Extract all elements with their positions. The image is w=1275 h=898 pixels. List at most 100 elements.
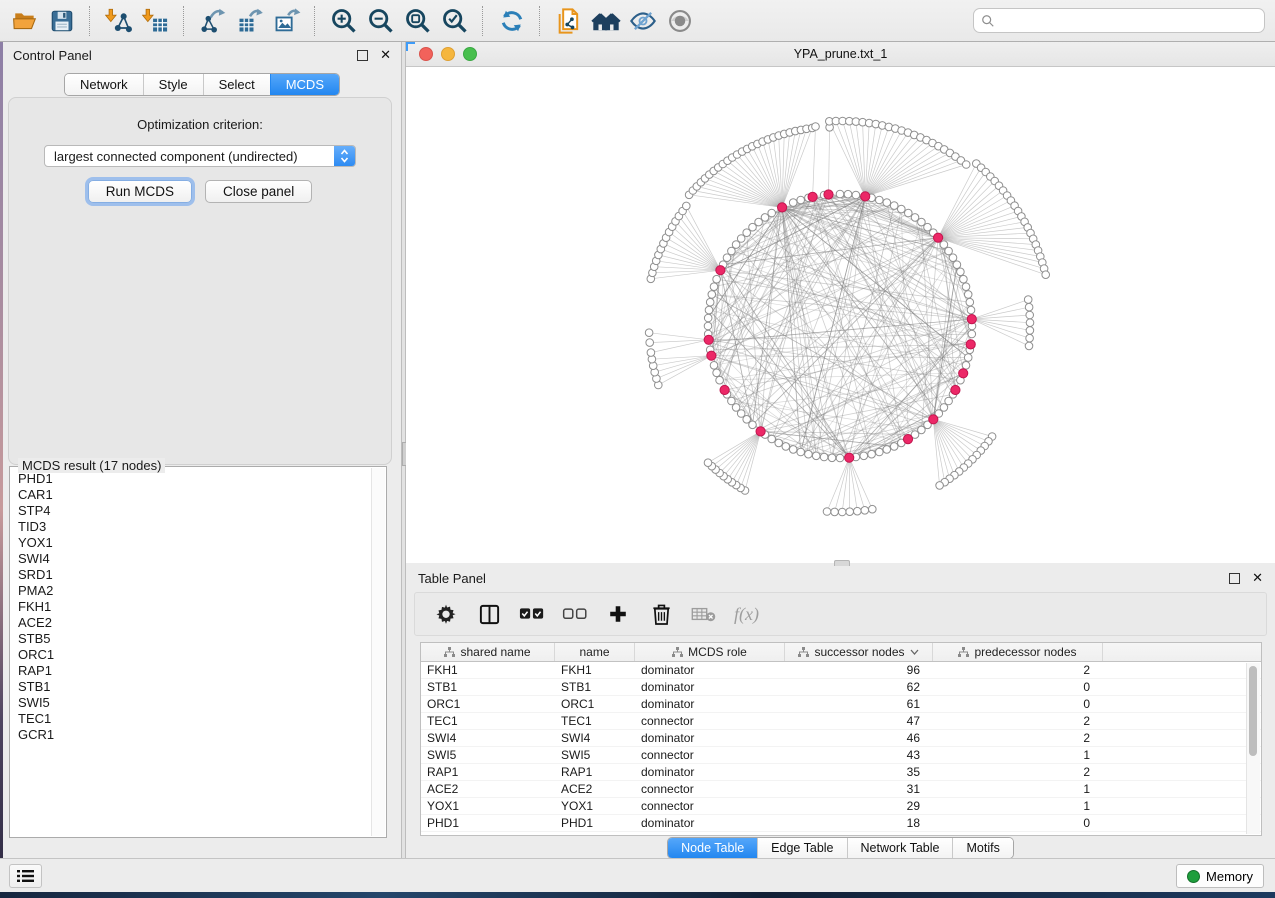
network-node[interactable]: [966, 298, 974, 306]
tab-edge-table[interactable]: Edge Table: [757, 838, 846, 858]
table-settings-button[interactable]: [433, 599, 459, 629]
network-node[interactable]: [828, 454, 836, 462]
table-row[interactable]: PHD1PHD1dominator180: [421, 815, 1261, 832]
network-node[interactable]: [789, 199, 797, 207]
network-node[interactable]: [852, 191, 860, 199]
network-node[interactable]: [945, 247, 953, 255]
close-panel-button[interactable]: Close panel: [205, 180, 312, 203]
network-node[interactable]: [710, 283, 718, 291]
select-all-columns-button[interactable]: [519, 599, 545, 629]
network-node[interactable]: [854, 507, 862, 515]
mcds-result-item[interactable]: SWI4: [11, 551, 372, 567]
network-node[interactable]: [949, 254, 957, 262]
float-panel-icon[interactable]: [357, 50, 368, 61]
close-panel-icon[interactable]: ✕: [1252, 573, 1263, 583]
network-node[interactable]: [898, 205, 906, 213]
network-node[interactable]: [861, 507, 869, 515]
tab-network-table[interactable]: Network Table: [847, 838, 953, 858]
network-node[interactable]: [812, 123, 820, 131]
mcds-result-item[interactable]: SWI5: [11, 695, 372, 711]
houses-button[interactable]: [587, 3, 624, 39]
network-dominator-node[interactable]: [903, 435, 912, 444]
scrollbar-thumb[interactable]: [1249, 666, 1257, 756]
network-node[interactable]: [645, 329, 653, 337]
network-node[interactable]: [761, 214, 769, 222]
save-session-button[interactable]: [43, 3, 80, 39]
network-node[interactable]: [768, 209, 776, 217]
network-node[interactable]: [890, 443, 898, 451]
network-dominator-node[interactable]: [967, 315, 976, 324]
network-node[interactable]: [704, 459, 712, 467]
column-header-MCDS-role[interactable]: MCDS role: [635, 643, 785, 661]
network-node[interactable]: [960, 275, 968, 283]
network-node[interactable]: [883, 446, 891, 454]
search-input[interactable]: [1000, 12, 1264, 29]
table-row[interactable]: ACE2ACE2connector311: [421, 781, 1261, 798]
network-node[interactable]: [823, 508, 831, 516]
network-dominator-node[interactable]: [929, 415, 938, 424]
mcds-result-item[interactable]: ORC1: [11, 647, 372, 663]
mcds-result-item[interactable]: TEC1: [11, 711, 372, 727]
network-dominator-node[interactable]: [707, 351, 716, 360]
network-node[interactable]: [716, 376, 724, 384]
mcds-result-item[interactable]: STB1: [11, 679, 372, 695]
mcds-result-item[interactable]: STP4: [11, 503, 372, 519]
zoom-in-button[interactable]: [325, 3, 362, 39]
network-dominator-node[interactable]: [845, 453, 854, 462]
network-dominator-node[interactable]: [778, 203, 787, 212]
network-node[interactable]: [812, 452, 820, 460]
run-mcds-button[interactable]: Run MCDS: [88, 180, 192, 203]
network-node[interactable]: [768, 435, 776, 443]
network-node[interactable]: [836, 454, 844, 462]
optimization-criterion-select[interactable]: largest connected component (undirected): [44, 145, 356, 167]
import-network-button[interactable]: [100, 3, 137, 39]
tab-network[interactable]: Network: [65, 74, 143, 95]
tab-motifs[interactable]: Motifs: [952, 838, 1012, 858]
table-row[interactable]: FKH1FKH1dominator962: [421, 662, 1261, 679]
network-node[interactable]: [869, 505, 877, 513]
network-node[interactable]: [1025, 342, 1033, 350]
open-session-button[interactable]: [6, 3, 43, 39]
table-row[interactable]: SWI4SWI4dominator462: [421, 730, 1261, 747]
import-table-button[interactable]: [137, 3, 174, 39]
network-node[interactable]: [1026, 311, 1034, 319]
network-node[interactable]: [728, 397, 736, 405]
network-dominator-node[interactable]: [966, 340, 975, 349]
mcds-result-scrollbar[interactable]: [371, 468, 385, 836]
network-node[interactable]: [962, 362, 970, 370]
export-image-button[interactable]: [268, 3, 305, 39]
mcds-result-item[interactable]: YOX1: [11, 535, 372, 551]
table-row[interactable]: RAP1RAP1dominator352: [421, 764, 1261, 781]
tab-style[interactable]: Style: [143, 74, 203, 95]
network-node[interactable]: [838, 508, 846, 516]
documents-share-button[interactable]: [550, 3, 587, 39]
network-node[interactable]: [868, 450, 876, 458]
network-dominator-node[interactable]: [824, 190, 833, 199]
network-dominator-node[interactable]: [934, 233, 943, 242]
network-canvas[interactable]: [406, 67, 1275, 564]
network-node[interactable]: [797, 448, 805, 456]
network-node[interactable]: [1024, 296, 1032, 304]
mcds-result-item[interactable]: RAP1: [11, 663, 372, 679]
network-node[interactable]: [647, 349, 655, 357]
network-node[interactable]: [890, 202, 898, 210]
network-node[interactable]: [962, 161, 970, 169]
memory-button[interactable]: Memory: [1176, 864, 1264, 888]
network-node[interactable]: [705, 306, 713, 314]
zoom-fit-button[interactable]: [399, 3, 436, 39]
network-node[interactable]: [876, 448, 884, 456]
mcds-result-item[interactable]: ACE2: [11, 615, 372, 631]
network-node[interactable]: [713, 369, 721, 377]
network-node[interactable]: [883, 199, 891, 207]
table-row[interactable]: ORC1ORC1dominator610: [421, 696, 1261, 713]
mcds-result-item[interactable]: PMA2: [11, 583, 372, 599]
table-row[interactable]: TEC1TEC1connector472: [421, 713, 1261, 730]
mcds-result-item[interactable]: SRD1: [11, 567, 372, 583]
zoom-selected-button[interactable]: [436, 3, 473, 39]
network-node[interactable]: [713, 275, 721, 283]
network-dominator-node[interactable]: [716, 266, 725, 275]
network-node[interactable]: [957, 268, 965, 276]
network-node[interactable]: [708, 291, 716, 299]
table-row[interactable]: YOX1YOX1connector291: [421, 798, 1261, 815]
network-node[interactable]: [646, 339, 654, 347]
